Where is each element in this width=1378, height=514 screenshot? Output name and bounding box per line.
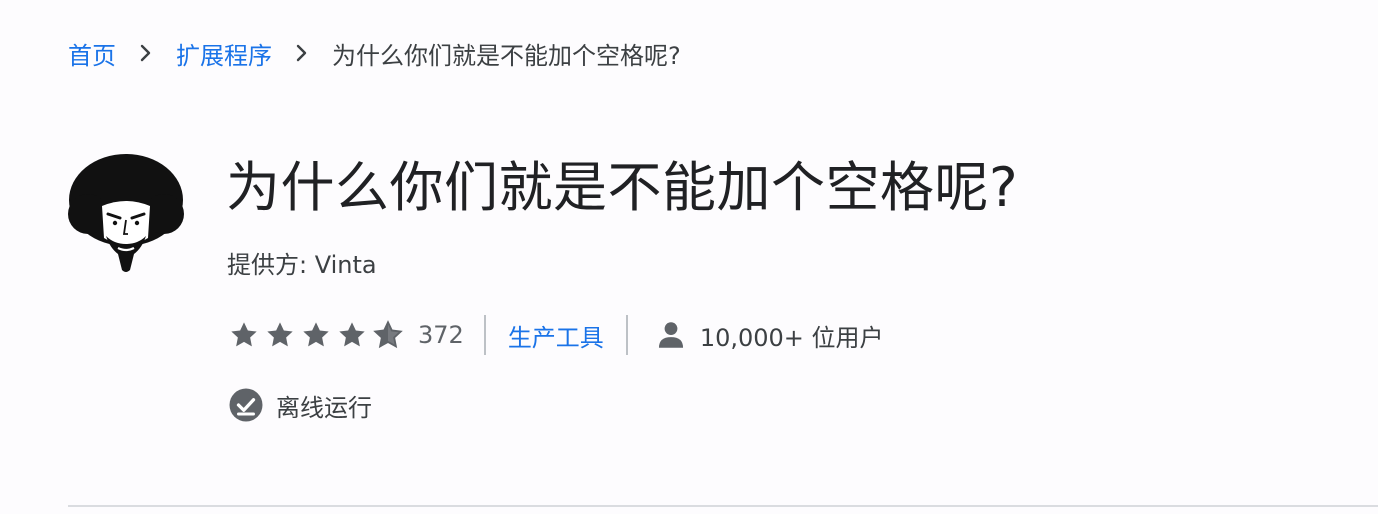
star-half-icon	[373, 320, 403, 349]
rating-stars[interactable]	[228, 319, 404, 351]
meta-row: 372 生产工具 10,000+ 位用户	[228, 313, 884, 357]
breadcrumb-current: 为什么你们就是不能加个空格呢?	[332, 41, 681, 70]
offline-badge: 离线运行	[228, 384, 372, 426]
breadcrumb-home-link[interactable]: 首页	[68, 36, 116, 71]
provider-line: 提供方: Vinta	[227, 247, 377, 283]
user-count-text: 10,000+ 位用户	[699, 323, 884, 352]
star-icon	[267, 322, 293, 347]
chevron-right-icon	[272, 34, 332, 72]
breadcrumb: 首页 扩展程序 为什么你们就是不能加个空格呢?	[68, 34, 681, 72]
person-icon	[658, 322, 683, 348]
section-divider	[68, 505, 1378, 507]
offline-check-icon	[229, 388, 263, 422]
offline-text: 离线运行	[276, 393, 372, 422]
user-count: 10,000+ 位用户	[654, 318, 884, 353]
extension-icon	[66, 152, 186, 276]
provider-label: 提供方:	[227, 251, 308, 279]
star-icon	[339, 322, 365, 347]
extension-detail-page: 首页 扩展程序 为什么你们就是不能加个空格呢? 为什么你们就是不能加个空格呢? …	[0, 0, 1378, 514]
meta-divider	[625, 315, 628, 355]
extension-title: 为什么你们就是不能加个空格呢?	[226, 156, 1019, 219]
chevron-right-icon	[116, 34, 176, 72]
rating-count[interactable]: 372	[418, 321, 464, 349]
breadcrumb-extensions-link[interactable]: 扩展程序	[176, 36, 272, 71]
category-link[interactable]: 生产工具	[508, 318, 604, 353]
star-icon	[303, 322, 329, 347]
meta-divider	[483, 315, 486, 355]
star-icon	[231, 322, 257, 347]
provider-name: Vinta	[314, 251, 377, 279]
